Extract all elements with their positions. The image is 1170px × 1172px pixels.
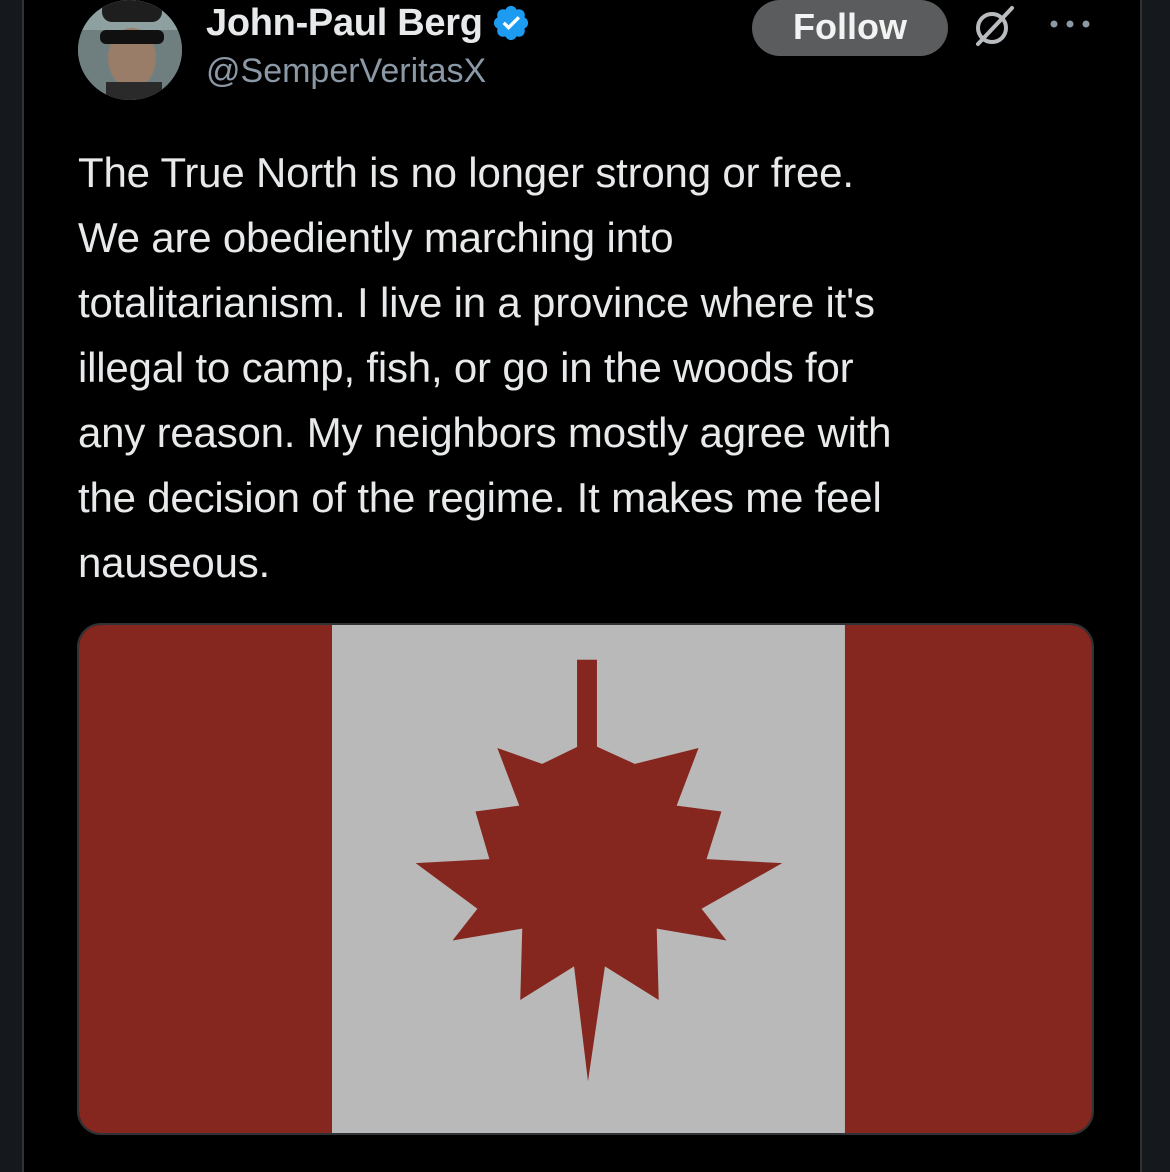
author-name-row[interactable]: John-Paul Berg: [206, 0, 531, 46]
author-handle[interactable]: @SemperVeritasX: [206, 52, 486, 91]
tweet-text-line: any reason. My neighbors mostly agree wi…: [78, 409, 892, 456]
tweet-text-line: We are obediently marching into: [78, 214, 674, 261]
right-frame: [1140, 0, 1170, 1172]
tweet-text-line: totalitarianism. I live in a province wh…: [78, 279, 875, 326]
tweet-media-canada-flag[interactable]: [77, 623, 1094, 1135]
author-name[interactable]: John-Paul Berg: [206, 2, 483, 45]
more-options-icon[interactable]: [1046, 12, 1094, 32]
follow-button[interactable]: Follow: [752, 0, 948, 56]
tweet-text-line: nauseous.: [78, 539, 271, 586]
tweet-text-line: illegal to camp, fish, or go in the wood…: [78, 344, 854, 391]
tweet-text-line: The True North is no longer strong or fr…: [78, 149, 854, 196]
flag-right-red-band: [844, 625, 1092, 1133]
flag-left-red-band: [79, 625, 333, 1133]
tweet-text-line: the decision of the regime. It makes me …: [78, 474, 882, 521]
avatar[interactable]: [78, 0, 182, 100]
verified-badge-icon: [491, 3, 531, 43]
grok-icon[interactable]: [972, 4, 1016, 48]
tweet-text: The True North is no longer strong or fr…: [78, 140, 1108, 595]
left-frame: [0, 0, 24, 1172]
